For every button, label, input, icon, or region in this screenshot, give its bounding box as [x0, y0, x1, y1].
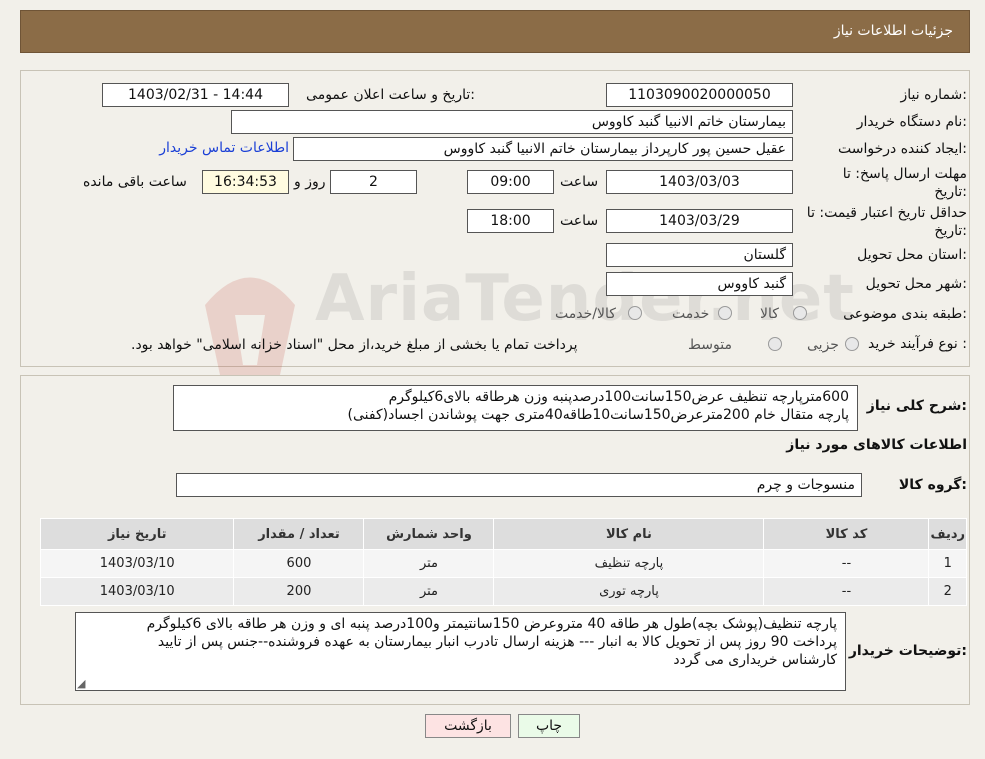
validity-time-label: ساعت: [560, 213, 599, 229]
process-medium-label: متوسط: [688, 337, 732, 353]
process-minor-label: جزیی: [807, 337, 839, 353]
validity-date-field: 1403/03/29: [606, 209, 793, 233]
cell-quantity: 600: [233, 549, 365, 578]
validity-label-2: تاریخ:: [934, 223, 967, 239]
print-button[interactable]: چاپ: [518, 714, 580, 738]
creator-label: ایجاد کننده درخواست:: [838, 141, 967, 157]
city-label: شهر محل تحویل:: [865, 276, 967, 292]
process-note: پرداخت تمام یا بخشی از مبلغ خرید،از محل …: [131, 337, 578, 353]
page-title: جزئیات اطلاعات نیاز: [833, 23, 953, 39]
col-item-name: نام کالا: [493, 518, 765, 550]
deadline-time-label: ساعت: [560, 174, 599, 190]
validity-label: حداقل تاریخ اعتبار قیمت: تا: [806, 205, 967, 221]
category-goods-service-label: کالا/خدمت: [555, 306, 616, 322]
cell-unit: متر: [363, 549, 495, 578]
col-row-number: ردیف: [928, 518, 967, 550]
col-unit: واحد شمارش: [363, 518, 495, 550]
goods-info-title: اطلاعات کالاهای مورد نیاز: [786, 437, 967, 453]
table-row: 1 -- پارچه تنظیف متر 600 1403/03/10: [39, 549, 967, 578]
table-header-row: ردیف کد کالا نام کالا واحد شمارش تعداد /…: [39, 518, 967, 550]
need-number-field: 1103090020000050: [606, 83, 793, 107]
cell-quantity: 200: [233, 577, 365, 606]
summary-line-2: پارچه متقال خام 200مترعرض150سانت10طاقه40…: [347, 407, 849, 423]
remaining-time-field: 16:34:53: [202, 170, 289, 194]
category-service-radio[interactable]: [718, 306, 732, 320]
cell-row-number: 1: [928, 549, 967, 578]
col-item-code: کد کالا: [763, 518, 930, 550]
creator-field: عقیل حسین پور کارپرداز بیمارستان خاتم ال…: [293, 137, 793, 161]
deadline-date-field: 1403/03/03: [606, 170, 793, 194]
notes-line-2: پرداخت 90 روز پس از تحویل کالا به انبار …: [157, 634, 837, 650]
notes-line-3: کارشناس خریداری می گردد: [673, 652, 837, 668]
items-table: ردیف کد کالا نام کالا واحد شمارش تعداد /…: [39, 518, 967, 606]
summary-line-1: 600مترپارچه تنظیف عرض150سانت100درصدپنبه …: [388, 389, 849, 405]
process-medium-radio[interactable]: [768, 337, 782, 351]
process-label: نوع فرآیند خرید :: [868, 336, 967, 352]
goods-group-label: گروه کالا:: [898, 477, 967, 493]
items-table-wrap: ردیف کد کالا نام کالا واحد شمارش تعداد /…: [39, 518, 967, 606]
cell-need-date: 1403/03/10: [39, 577, 235, 606]
notes-label: توضیحات خریدار:: [848, 643, 967, 659]
cell-item-name: پارچه توری: [493, 577, 765, 606]
notes-line-1: پارچه تنظیف(پوشک بچه)طول هر طاقه 40 مترو…: [146, 616, 837, 632]
category-goods-service-radio[interactable]: [628, 306, 642, 320]
days-label: روز و: [294, 174, 326, 190]
buyer-contact-link[interactable]: اطلاعات تماس خریدار: [159, 140, 289, 156]
process-minor-radio[interactable]: [845, 337, 859, 351]
summary-label: شرح کلی نیاز:: [866, 398, 967, 414]
deadline-label: مهلت ارسال پاسخ: تا: [842, 166, 967, 182]
province-field: گلستان: [606, 243, 793, 267]
back-button[interactable]: بازگشت: [425, 714, 511, 738]
category-service-label: خدمت: [672, 306, 710, 322]
cell-item-name: پارچه تنظیف: [493, 549, 765, 578]
validity-time-field: 18:00: [467, 209, 554, 233]
buyer-org-label: نام دستگاه خریدار:: [856, 114, 967, 130]
cell-row-number: 2: [928, 577, 967, 606]
announce-field: 1403/02/31 - 14:44: [102, 83, 289, 107]
cell-item-code: --: [763, 549, 930, 578]
days-field: 2: [330, 170, 417, 194]
summary-textarea: 600مترپارچه تنظیف عرض150سانت100درصدپنبه …: [173, 385, 858, 431]
col-need-date: تاریخ نیاز: [39, 518, 235, 550]
category-goods-label: کالا: [760, 306, 779, 322]
cell-unit: متر: [363, 577, 495, 606]
table-row: 2 -- پارچه توری متر 200 1403/03/10: [39, 577, 967, 606]
announce-label: تاریخ و ساعت اعلان عمومی:: [306, 87, 475, 103]
col-quantity: تعداد / مقدار: [233, 518, 365, 550]
need-number-label: شماره نیاز:: [900, 87, 967, 103]
province-label: استان محل تحویل:: [857, 247, 967, 263]
page-header: جزئیات اطلاعات نیاز: [20, 10, 970, 53]
remaining-label: ساعت باقی مانده: [83, 174, 187, 190]
deadline-time-field: 09:00: [467, 170, 554, 194]
goods-group-field: منسوجات و چرم: [176, 473, 862, 497]
resize-grip-icon[interactable]: ◢: [77, 677, 85, 690]
notes-textarea: پارچه تنظیف(پوشک بچه)طول هر طاقه 40 مترو…: [75, 612, 846, 691]
category-label: طبقه بندی موضوعی:: [843, 306, 967, 322]
deadline-label-2: تاریخ:: [934, 184, 967, 200]
cell-item-code: --: [763, 577, 930, 606]
cell-need-date: 1403/03/10: [39, 549, 235, 578]
city-field: گنبد کاووس: [606, 272, 793, 296]
category-goods-radio[interactable]: [793, 306, 807, 320]
buyer-org-field: بیمارستان خاتم الانبیا گنبد کاووس: [231, 110, 793, 134]
